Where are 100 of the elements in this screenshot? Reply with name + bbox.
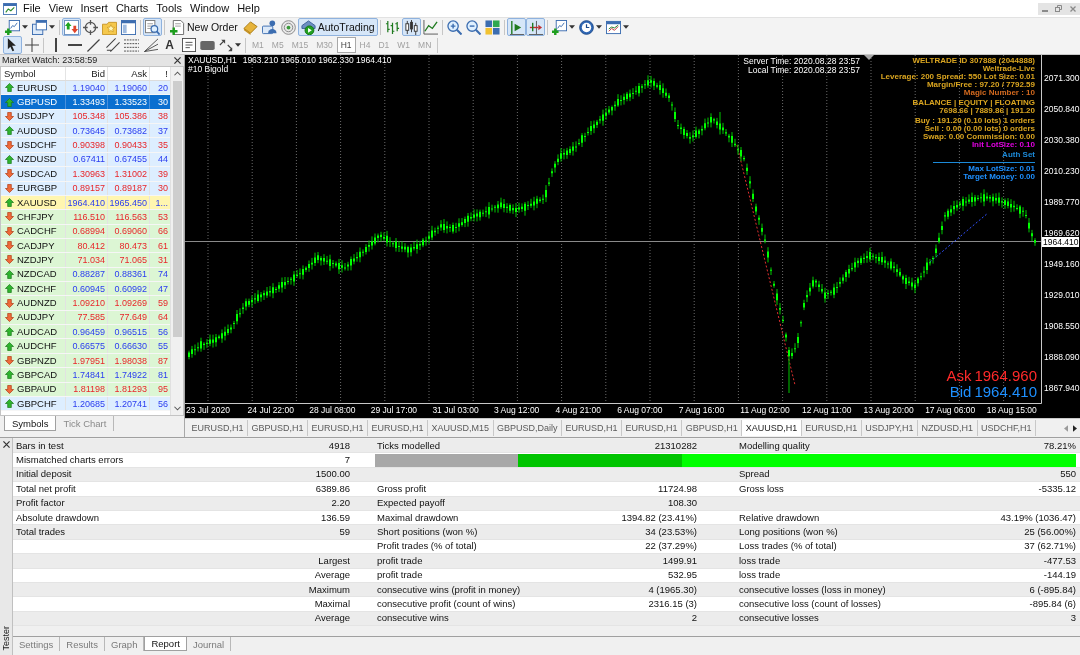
quote-row[interactable]: NZDJPY 71.034 71.065 31 xyxy=(1,253,170,268)
toolbar-button[interactable] xyxy=(3,36,22,54)
chart-tab[interactable]: USDJPY,H1 xyxy=(861,420,919,436)
report-label: consecutive losses xyxy=(739,612,819,625)
quote-row[interactable]: GBPUSD 1.33493 1.33523 30 xyxy=(1,95,170,110)
period-button[interactable]: H1 xyxy=(336,37,356,53)
menu-item[interactable]: Insert xyxy=(76,1,112,16)
minimize-icon[interactable] xyxy=(1038,2,1052,15)
report-label: loss trade xyxy=(739,554,781,567)
scroll-right-icon[interactable] xyxy=(1073,424,1077,432)
quote-row[interactable]: NZDCHF 0.60945 0.60992 47 xyxy=(1,282,170,297)
server-time: Server Time: 2020.08.28 23:57 xyxy=(743,57,860,66)
menu-item[interactable]: Tools xyxy=(152,1,186,16)
quote-row[interactable]: AUDNZD 1.09210 1.09269 59 xyxy=(1,296,170,311)
toolbar-button[interactable] xyxy=(3,18,30,36)
toolbar-button[interactable] xyxy=(81,18,100,36)
panel-tab[interactable]: Settings xyxy=(13,637,61,651)
column-value: 64 xyxy=(158,311,168,324)
bid-price: 1.20685 xyxy=(72,397,105,410)
chart-symbol: XAUUSD,H1 xyxy=(188,56,237,65)
column-header[interactable]: Ask xyxy=(131,67,147,80)
toolbar-button[interactable] xyxy=(179,36,198,54)
quote-row[interactable]: AUDCHF 0.66575 0.66630 55 xyxy=(1,339,170,354)
ask-price: 0.67455 xyxy=(114,153,147,166)
report-label: loss trade xyxy=(739,569,781,582)
report-value: 532.95 xyxy=(667,569,697,582)
quote-row[interactable]: USDCHF 0.90398 0.90433 35 xyxy=(1,138,170,153)
scroll-down-icon[interactable] xyxy=(173,406,181,411)
quote-row[interactable]: EURUSD 1.19040 1.19060 20 xyxy=(1,81,170,96)
menu-item[interactable]: Charts xyxy=(111,1,153,16)
chart-logo-icon[interactable] xyxy=(3,2,17,15)
report-label: Loss trades (% of total) xyxy=(739,540,837,553)
chart-tab[interactable]: GBPUSD,H1 xyxy=(248,420,309,436)
chart-tab[interactable]: EURUSD,H1 xyxy=(622,420,683,436)
chart-tab[interactable]: EURUSD,H1 xyxy=(368,420,429,436)
info-text: 7698.66 | 7889.86 | 191.20 xyxy=(939,107,1035,115)
menu-item[interactable]: View xyxy=(44,1,77,16)
chart-tab[interactable]: XAUUSD,M15 xyxy=(428,420,494,436)
panel-title: Market Watch: 23:58:59 xyxy=(2,55,98,66)
column-header[interactable]: ! xyxy=(165,67,168,80)
bid-price: 77.585 xyxy=(77,311,105,324)
symbol-name: XAUUSD xyxy=(17,196,57,209)
panel-tab[interactable]: Symbols xyxy=(4,416,57,431)
chart-tab[interactable]: EURUSD,H1 xyxy=(801,420,862,436)
close-icon[interactable] xyxy=(174,57,181,64)
chart-tab[interactable]: EURUSD,H1 xyxy=(188,420,248,436)
quote-row[interactable]: AUDUSD 0.73645 0.73682 37 xyxy=(1,124,170,139)
current-price-label: 1964.410 xyxy=(1042,237,1080,247)
toolbar-button[interactable]: New Order xyxy=(167,18,241,36)
price-label: 2010.230 xyxy=(1044,166,1080,176)
toolbar-button[interactable] xyxy=(401,18,421,36)
chart-tab[interactable]: USDCHF,H1 xyxy=(977,420,1037,436)
time-label: 24 Jul 22:00 xyxy=(247,405,294,416)
symbol-name: EURGBP xyxy=(17,182,58,195)
price-label: 1867.940 xyxy=(1044,383,1080,393)
toolbar-button[interactable] xyxy=(576,18,604,36)
report-label: Expected payoff xyxy=(377,497,445,510)
quote-row[interactable]: AUDCAD 0.96459 0.96515 56 xyxy=(1,325,170,340)
toolbar-button[interactable] xyxy=(30,18,57,36)
time-label: 13 Aug 20:00 xyxy=(863,405,914,416)
quote-row[interactable]: GBPCAD 1.74841 1.74922 81 xyxy=(1,368,170,383)
ask-price: 80.473 xyxy=(119,239,147,252)
info-text: Sell : 0.00 (0.00 lots) 0 orders xyxy=(924,125,1035,133)
bid-price: 1.97951 xyxy=(72,354,105,367)
symbol-name: CADJPY xyxy=(17,239,55,252)
toolbar-button[interactable] xyxy=(506,18,526,36)
report-label: consecutive wins xyxy=(377,612,449,625)
chart-tab[interactable]: GBPUSD,Daily xyxy=(493,420,563,436)
column-header[interactable]: Symbol xyxy=(4,67,36,80)
report-value: 7 xyxy=(344,454,350,467)
info-text: Magic Number : 10 xyxy=(963,89,1035,97)
chart-tab[interactable]: EURUSD,H1 xyxy=(562,420,623,436)
column-value: 35 xyxy=(158,139,168,152)
quote-row[interactable]: CHFJPY 116.510 116.563 53 xyxy=(1,210,170,225)
toolbar-button[interactable] xyxy=(103,36,122,54)
chart-tab[interactable]: NZDUSD,H1 xyxy=(918,420,978,436)
menu-item[interactable]: Window xyxy=(186,1,234,16)
close-icon[interactable] xyxy=(2,441,10,448)
panel-tab[interactable]: Report xyxy=(144,637,187,651)
chart-tab[interactable]: XAUUSD,H1 xyxy=(742,420,802,436)
quote-row[interactable]: USDCAD 1.30963 1.31002 39 xyxy=(1,167,170,182)
price-label: 1969.620 xyxy=(1044,228,1080,238)
scroll-up-icon[interactable] xyxy=(173,71,181,76)
toolbar-button[interactable]: AutoTrading xyxy=(297,18,378,36)
toolbar-button[interactable]: A xyxy=(160,36,179,54)
scrollbar-thumb[interactable] xyxy=(172,81,182,337)
panel-tab[interactable]: Journal xyxy=(186,637,232,651)
price-label: 1888.090 xyxy=(1044,352,1080,362)
bid-price: 0.96459 xyxy=(72,325,105,338)
symbol-name: CADCHF xyxy=(17,225,57,238)
report-value: 4 (1965.30) xyxy=(648,583,697,596)
column-value: 47 xyxy=(158,282,168,295)
menu-item[interactable]: File xyxy=(19,1,45,16)
panel-tab[interactable]: Results xyxy=(60,637,105,651)
report-label: Gross loss xyxy=(739,482,784,495)
column-value: 39 xyxy=(158,167,168,180)
column-header[interactable]: Bid xyxy=(91,67,105,80)
toolbar-button[interactable] xyxy=(84,36,103,54)
chart-tab[interactable]: EURUSD,H1 xyxy=(308,420,369,436)
menu-item[interactable]: Help xyxy=(233,1,264,16)
